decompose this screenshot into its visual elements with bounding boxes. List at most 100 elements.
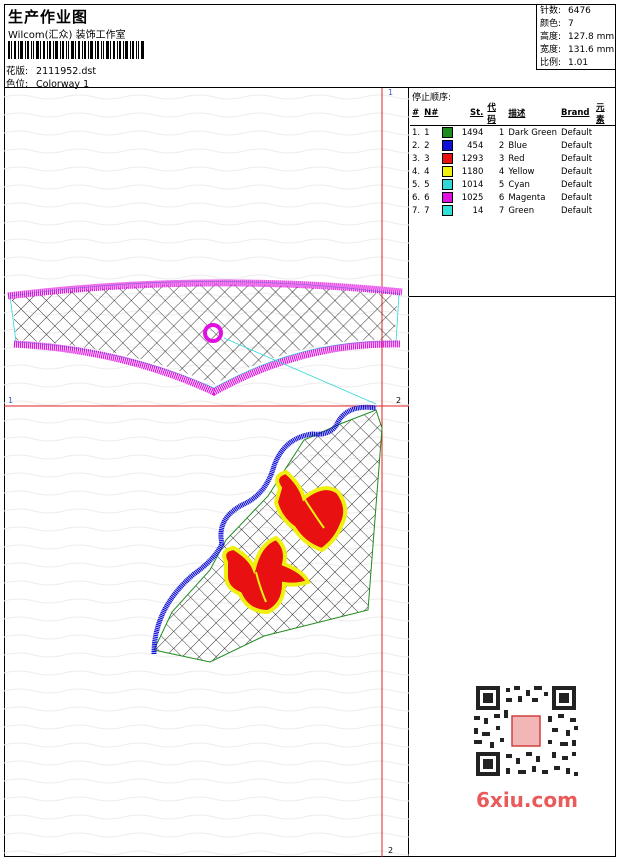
row-description: Cyan — [508, 179, 530, 190]
row-description: Yellow — [508, 166, 535, 177]
stat-height: 高度: 127.8 mm — [540, 32, 615, 42]
color-swatch — [442, 140, 454, 151]
row-description: Blue — [508, 140, 528, 151]
row-stitches: 14 — [440, 204, 485, 217]
stat-stitches: 针数: 6476 — [540, 6, 591, 16]
marker-right-2: 2 — [396, 396, 402, 405]
stat-colors: 颜色: 7 — [540, 19, 574, 29]
row-brand: Default — [560, 153, 593, 164]
color-swatch — [442, 192, 454, 203]
stitch-count: 1014 — [461, 180, 484, 190]
col-number: N# — [422, 101, 441, 126]
color-swatch — [442, 205, 454, 216]
qr-code-icon — [470, 682, 582, 780]
page-title: 生产作业图 — [8, 8, 89, 26]
stitch-count: 1494 — [461, 128, 484, 138]
col-index: # — [410, 101, 423, 126]
stat-width: 宽度: 131.6 mm — [540, 45, 615, 55]
row-code: 6 — [498, 192, 505, 203]
row-index: 3. — [412, 153, 421, 164]
row-index: 7. — [412, 205, 421, 216]
stitch-count: 1025 — [461, 193, 484, 203]
row-stitches: 1293 — [440, 152, 485, 165]
row-description: Dark Green — [508, 127, 557, 138]
color-table-header: # N# St. 代码 描述 Brand 元素 — [410, 101, 615, 126]
row-brand: Default — [560, 140, 593, 151]
row-code: 7 — [498, 205, 505, 216]
stitch-count: 1293 — [461, 154, 484, 164]
row-index: 5. — [412, 179, 421, 190]
row-element — [594, 178, 615, 191]
row-code: 5 — [498, 179, 505, 190]
row-description: Magenta — [508, 192, 546, 203]
color-swatch — [442, 179, 454, 190]
row-brand: Default — [560, 192, 593, 203]
row-element — [594, 126, 615, 140]
design-stats: 针数: 6476 颜色: 7 高度: 127.8 mm 宽度: 131.6 mm 比例:… — [536, 4, 616, 70]
row-brand: Default — [560, 127, 593, 138]
row-element — [594, 152, 615, 165]
color-row[interactable]: 6. 6 1025 6 Magenta Default — [410, 191, 615, 204]
row-element — [594, 204, 615, 217]
col-code: 代码 — [485, 101, 507, 126]
row-stitches: 1180 — [440, 165, 485, 178]
row-code: 3 — [498, 153, 505, 164]
header: 生产作业图 Wilcom(汇众) 装饰工作室 花版: 2111952.dst 色… — [4, 4, 616, 90]
color-swatch — [442, 127, 454, 138]
col-stitches: St. — [440, 101, 486, 126]
row-number: 7 — [424, 205, 430, 216]
col-element: 元素 — [594, 101, 615, 126]
row-brand: Default — [560, 179, 593, 190]
design-file-label: 花版: — [6, 66, 29, 77]
qr-center-logo — [511, 715, 541, 747]
row-stitches: 1014 — [440, 178, 485, 191]
row-number: 3 — [424, 153, 430, 164]
color-row[interactable]: 2. 2 454 2 Blue Default — [410, 139, 615, 152]
row-element — [594, 165, 615, 178]
color-row[interactable]: 5. 5 1014 5 Cyan Default — [410, 178, 615, 191]
row-number: 5 — [424, 179, 430, 190]
row-stitches: 1494 — [440, 126, 485, 140]
color-row[interactable]: 4. 4 1180 4 Yellow Default — [410, 165, 615, 178]
stat-scale: 比例: 1.01 — [540, 58, 589, 68]
col-brand: Brand — [558, 101, 595, 126]
marker-left-1: 1 — [8, 396, 14, 405]
watermark-site: 6xiu.com — [476, 788, 578, 812]
row-index: 6. — [412, 192, 421, 203]
row-stitches: 1025 — [440, 191, 485, 204]
stitch-count: 14 — [472, 206, 484, 216]
row-index: 4. — [412, 166, 421, 177]
row-number: 2 — [424, 140, 430, 151]
embroidery-preview — [4, 88, 409, 857]
row-code: 4 — [498, 166, 505, 177]
stitch-count: 1180 — [461, 167, 484, 177]
barcode-icon — [8, 41, 144, 59]
row-brand: Default — [560, 166, 593, 177]
color-swatch — [442, 153, 454, 164]
row-index: 1. — [412, 127, 421, 138]
design-canvas[interactable]: 1 1 2 2 — [4, 88, 409, 857]
marker-bottom-2: 2 — [388, 846, 394, 855]
row-number: 4 — [424, 166, 430, 177]
row-brand: Default — [560, 205, 593, 216]
row-stitches: 454 — [440, 139, 485, 152]
design-file-row: 花版: 2111952.dst — [6, 63, 96, 77]
company-name: Wilcom(汇众) 装饰工作室 — [8, 30, 126, 41]
row-code: 2 — [498, 140, 505, 151]
row-element — [594, 139, 615, 152]
color-row[interactable]: 1. 1 1494 1 Dark Green Default — [410, 126, 615, 140]
row-index: 2. — [412, 140, 421, 151]
stitch-count: 454 — [467, 141, 484, 151]
col-description: 描述 — [506, 101, 559, 126]
row-number: 1 — [424, 127, 430, 138]
color-row[interactable]: 3. 3 1293 3 Red Default — [410, 152, 615, 165]
row-description: Red — [508, 153, 525, 164]
row-number: 6 — [424, 192, 430, 203]
panel-divider — [409, 296, 616, 297]
color-table: # N# St. 代码 描述 Brand 元素 1. 1 1494 1 Dark Gre… — [410, 101, 615, 217]
row-element — [594, 191, 615, 204]
color-swatch — [442, 166, 454, 177]
color-row[interactable]: 7. 7 14 7 Green Default — [410, 204, 615, 217]
row-code: 1 — [498, 127, 505, 138]
row-description: Green — [508, 205, 535, 216]
